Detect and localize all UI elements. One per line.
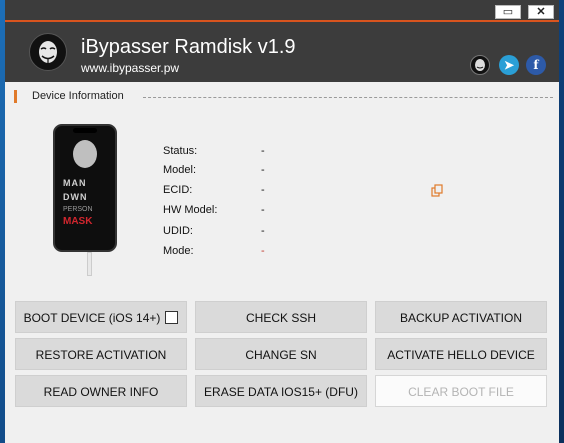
change-sn-button[interactable]: CHANGE SN [195, 338, 367, 370]
copy-icon[interactable] [431, 184, 444, 197]
accent-line [5, 20, 559, 22]
check-ssh-button[interactable]: CHECK SSH [195, 301, 367, 333]
hw-model-label: HW Model: [163, 204, 218, 216]
facebook-icon[interactable]: f [526, 55, 546, 75]
wallpaper-text: MAN [63, 178, 87, 188]
udid-label: UDID: [163, 225, 193, 237]
telegram-icon[interactable]: ➤ [499, 55, 519, 75]
hw-model-value: - [261, 204, 265, 216]
mask-face-icon [73, 140, 97, 168]
boot-device-button[interactable]: BOOT DEVICE (iOS 14+) [15, 301, 187, 333]
close-button[interactable]: ✕ [528, 5, 554, 19]
ecid-label: ECID: [163, 184, 193, 196]
activate-hello-device-button[interactable]: ACTIVATE HELLO DEVICE [375, 338, 547, 370]
wallpaper-text: DWN [63, 192, 88, 202]
mode-label: Mode: [163, 245, 194, 257]
header-bar: ▭ ✕ iBypasser Ramdisk v1.9 www.ibypasser… [5, 0, 559, 82]
anonymous-mask-logo-icon [29, 33, 67, 71]
model-label: Model: [163, 164, 197, 176]
phone-notch [73, 128, 97, 133]
section-divider [143, 97, 553, 98]
read-owner-info-button[interactable]: READ OWNER INFO [15, 375, 187, 407]
clear-boot-file-button[interactable]: CLEAR BOOT FILE [375, 375, 547, 407]
lightning-cable [87, 252, 92, 276]
app-window: ▭ ✕ iBypasser Ramdisk v1.9 www.ibypasser… [5, 0, 559, 443]
restore-activation-button[interactable]: RESTORE ACTIVATION [15, 338, 187, 370]
app-url[interactable]: www.ibypasser.pw [81, 61, 179, 75]
anonymous-icon[interactable] [470, 55, 490, 75]
wallpaper-text: PERSON [63, 206, 93, 213]
status-label: Status: [163, 145, 198, 157]
section-title: Device Information [32, 90, 124, 102]
wallpaper-text: MASK [63, 216, 93, 227]
app-title: iBypasser Ramdisk v1.9 [81, 36, 296, 58]
device-image: MAN DWN PERSON MASK [53, 124, 117, 252]
backup-activation-button[interactable]: BACKUP ACTIVATION [375, 301, 547, 333]
mode-value: - [261, 245, 265, 257]
boot-device-label: BOOT DEVICE (iOS 14+) [23, 311, 161, 325]
udid-value: - [261, 225, 265, 237]
model-value: - [261, 164, 265, 176]
status-value: - [261, 145, 265, 157]
minimize-button[interactable]: ▭ [495, 5, 521, 19]
erase-data-button[interactable]: ERASE DATA IOS15+ (DFU) [195, 375, 367, 407]
ecid-value: - [261, 184, 265, 196]
boot-device-checkbox[interactable] [165, 311, 179, 324]
section-marker [14, 90, 17, 103]
